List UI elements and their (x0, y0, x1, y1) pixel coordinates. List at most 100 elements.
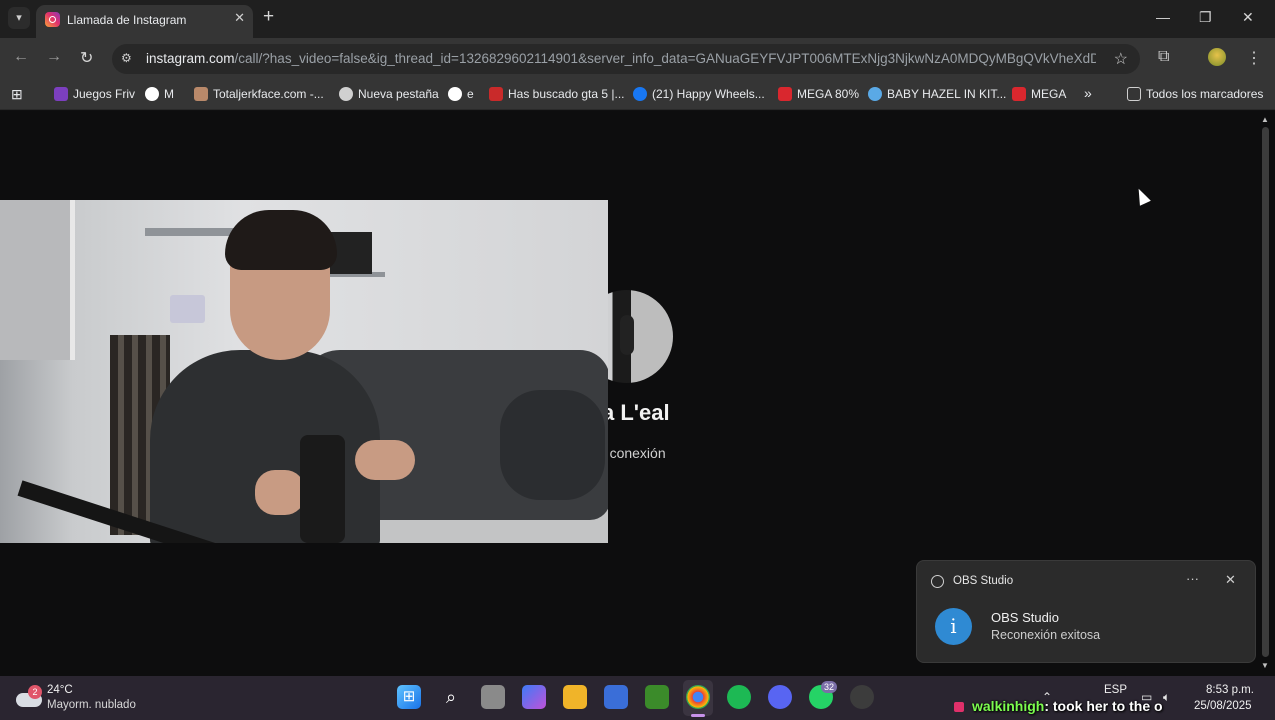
forward-arrow-icon[interactable]: → (46, 48, 62, 66)
mega-icon (1012, 87, 1026, 101)
bookmark-label: MEGA (1031, 87, 1067, 101)
file-explorer-icon[interactable] (563, 685, 587, 709)
notification-body: Reconexión exitosa (991, 628, 1101, 642)
search-icon[interactable]: ⌕ (439, 685, 463, 709)
profile-avatar[interactable] (1208, 48, 1226, 66)
video-person-hand (355, 440, 415, 480)
menu-kebab-icon[interactable]: ⋮ (1246, 48, 1262, 68)
minecraft-icon[interactable] (645, 685, 669, 709)
video-sign (170, 295, 205, 323)
bookmark-label: Nueva pestaña (358, 87, 439, 101)
windows-start-icon[interactable]: ⊞ (397, 685, 421, 709)
weather-widget[interactable]: 2 (16, 685, 42, 707)
bookmark-happy-wheels[interactable]: (21) Happy Wheels... (633, 87, 765, 101)
totaljerkface-icon (194, 87, 208, 101)
new-tab-button[interactable]: + (263, 7, 274, 27)
notification-more-icon[interactable]: ··· (1186, 571, 1199, 586)
url-text[interactable]: instagram.com/call/?has_video=false&ig_t… (146, 51, 1096, 66)
bookmarks-overflow-button[interactable]: » (1084, 85, 1092, 101)
url-path: /call/?has_video=false&ig_thread_id=1326… (234, 51, 1096, 66)
restore-button[interactable]: ❐ (1199, 9, 1212, 26)
scroll-thumb[interactable] (1262, 127, 1269, 657)
bookmark-mega[interactable]: MEGA (1012, 87, 1066, 101)
browser-toolbar: ← → ↻ ⚙ instagram.com/call/?has_video=fa… (0, 38, 1275, 80)
video-microphone (300, 435, 345, 543)
facebook-icon (633, 87, 647, 101)
friv-icon (54, 87, 68, 101)
webcam-video (0, 200, 608, 543)
obs-taskbar-icon[interactable] (850, 685, 874, 709)
bookmark-label: Has buscado gta 5 |... (508, 87, 625, 101)
stream-chat-overlay: walkinhigh: took her to the o (954, 698, 1163, 714)
mega-icon (778, 87, 792, 101)
bookmark-gta5[interactable]: Has buscado gta 5 |... (489, 87, 625, 101)
language-indicator[interactable]: ESP (1104, 684, 1127, 696)
weather-badge: 2 (28, 685, 42, 699)
instagram-icon (45, 12, 60, 27)
chat-platform-icon (954, 702, 964, 713)
reload-icon[interactable]: ↻ (80, 48, 93, 68)
bookmark-label: Todos los marcadores (1146, 87, 1264, 101)
discord-icon[interactable] (768, 685, 792, 709)
extensions-icon[interactable]: ⧉ (1158, 48, 1169, 66)
apps-grid-icon[interactable]: ⊞ (11, 86, 23, 103)
network-icon[interactable]: ▭ (1141, 690, 1152, 704)
bookmarks-bar: ⊞ Juegos Friv M Totaljerkface.com -... N… (0, 80, 1275, 110)
globe-icon (339, 87, 353, 101)
clock-date[interactable]: 25/08/2025 (1194, 700, 1252, 712)
scroll-up-icon[interactable]: ▲ (1261, 115, 1269, 124)
tab-title: Llamada de Instagram (67, 13, 187, 27)
bookmark-totaljerkface[interactable]: Totaljerkface.com -... (194, 87, 324, 101)
bookmark-star-icon[interactable]: ☆ (1114, 49, 1128, 69)
scroll-down-icon[interactable]: ▼ (1261, 661, 1269, 670)
babyhazel-icon (868, 87, 882, 101)
address-bar[interactable]: ⚙ instagram.com/call/?has_video=false&ig… (112, 44, 1140, 74)
whatsapp-badge: 32 (821, 681, 837, 693)
bookmark-baby-hazel[interactable]: BABY HAZEL IN KIT... (868, 87, 1006, 101)
scrollbar[interactable]: ▲ ▼ (1256, 111, 1275, 676)
chrome-icon[interactable] (686, 685, 710, 709)
weather-temperature[interactable]: 24°C (47, 684, 73, 696)
bookmark-e[interactable]: e (448, 87, 474, 101)
bookmark-juegos-friv[interactable]: Juegos Friv (54, 87, 135, 101)
tray-chevron-icon[interactable]: ⌃ (1042, 690, 1052, 704)
bookmark-label: BABY HAZEL IN KIT... (887, 87, 1007, 101)
volume-icon[interactable]: 🔈︎ (1163, 690, 1170, 705)
weather-condition[interactable]: Mayorm. nublado (47, 699, 136, 711)
chat-username: walkinhigh (972, 698, 1045, 714)
bookmark-m[interactable]: M (145, 87, 174, 101)
all-bookmarks-folder[interactable]: Todos los marcadores (1127, 87, 1263, 101)
google-icon (145, 87, 159, 101)
video-person-hair (225, 210, 337, 270)
back-arrow-icon[interactable]: ← (13, 48, 29, 66)
bookmark-label: Totaljerkface.com -... (213, 87, 324, 101)
url-host: instagram.com (146, 51, 235, 66)
copilot-icon[interactable] (522, 685, 546, 709)
tab-search-chevron-icon[interactable]: ▾ (8, 7, 30, 29)
folder-icon (1127, 87, 1141, 101)
info-icon: i (935, 608, 972, 645)
bookmark-mega-80[interactable]: MEGA 80% (778, 87, 859, 101)
microsoft-store-icon[interactable] (604, 685, 628, 709)
bookmark-label: MEGA 80% (797, 87, 860, 101)
video-person-hand (255, 470, 305, 515)
minimize-button[interactable]: — (1156, 9, 1170, 25)
clock-time[interactable]: 8:53 p.m. (1206, 684, 1254, 696)
bookmark-label: e (467, 87, 474, 101)
notification-title: OBS Studio (991, 610, 1059, 625)
obs-icon (931, 575, 944, 588)
bookmark-nueva-pestana[interactable]: Nueva pestaña (339, 87, 439, 101)
notification-close-icon[interactable]: ✕ (1225, 572, 1236, 588)
bookmark-label: Juegos Friv (73, 87, 136, 101)
close-window-button[interactable]: ✕ (1242, 9, 1254, 26)
tab-instagram-call[interactable]: Llamada de Instagram ✕ (36, 5, 253, 38)
spotify-icon[interactable] (727, 685, 751, 709)
site-settings-icon[interactable]: ⚙ (121, 51, 132, 65)
task-view-icon[interactable] (481, 685, 505, 709)
google-icon (448, 87, 462, 101)
tab-strip: ▾ Llamada de Instagram ✕ + — ❐ ✕ (0, 0, 1275, 38)
tab-close-icon[interactable]: ✕ (234, 10, 245, 26)
obs-notification[interactable]: OBS Studio ··· ✕ i OBS Studio Reconexión… (916, 560, 1256, 663)
bookmark-label: M (164, 87, 174, 101)
video-door (0, 200, 75, 360)
